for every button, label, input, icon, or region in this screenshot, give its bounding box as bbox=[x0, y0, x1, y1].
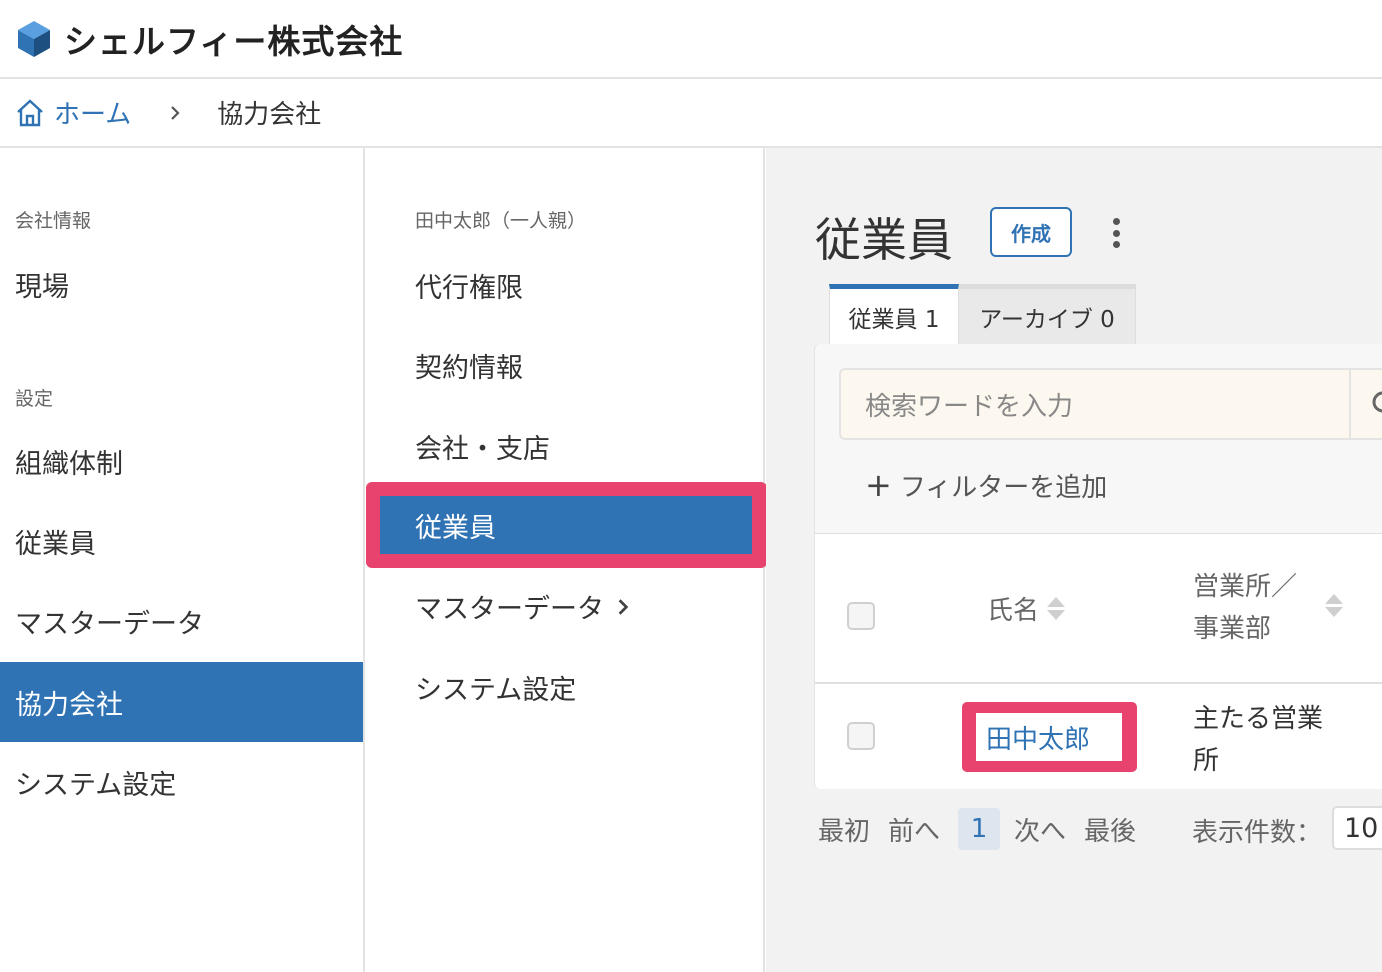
sidebar: 会社情報 現場 設定 組織体制 従業員 マスターデータ 協力会社 システム設定 bbox=[0, 148, 365, 972]
employee-name-link[interactable]: 田中太郎 bbox=[976, 713, 1122, 761]
employees-table: 氏名 営業所／事業部 田中太郎 主たる営業所 bbox=[814, 534, 1382, 789]
company-name: シェルフィー株式会社 bbox=[64, 21, 404, 61]
sidebar-item-master[interactable]: マスターデータ bbox=[0, 581, 363, 661]
tab-archive[interactable]: アーカイブ 0 bbox=[959, 284, 1136, 344]
submenu-item-proxy[interactable]: 代行権限 bbox=[415, 266, 523, 305]
submenu-item-master-label: マスターデータ bbox=[415, 594, 604, 625]
column-header-name-label: 氏名 bbox=[987, 596, 1040, 626]
main-content: 従業員 作成 従業員 1 アーカイブ 0 検索ワードを入力 + フィルターを追加… bbox=[766, 148, 1382, 972]
per-page-select[interactable]: 10 bbox=[1332, 806, 1382, 850]
sidebar-section-settings: 設定 bbox=[15, 388, 54, 410]
search-icon bbox=[1372, 391, 1382, 413]
submenu-item-master[interactable]: マスターデータ bbox=[415, 587, 632, 626]
more-options-icon[interactable] bbox=[1106, 216, 1126, 250]
submenu-item-contract[interactable]: 契約情報 bbox=[415, 346, 523, 385]
page-title: 従業員 bbox=[815, 213, 953, 267]
breadcrumb: ホーム 協力会社 bbox=[0, 79, 1382, 148]
sort-icon[interactable] bbox=[1325, 594, 1343, 617]
pager-current-page[interactable]: 1 bbox=[958, 808, 1001, 850]
submenu-item-branch[interactable]: 会社・支店 bbox=[415, 427, 550, 466]
breadcrumb-home-label: ホーム bbox=[54, 100, 132, 130]
sidebar-item-employees[interactable]: 従業員 bbox=[0, 501, 363, 581]
pager-prev[interactable]: 前へ bbox=[888, 811, 940, 848]
submenu-section-title: 田中太郎（一人親） bbox=[415, 210, 587, 232]
pagination: 最初 前へ 1 次へ 最後 bbox=[818, 808, 1154, 850]
plus-icon: + bbox=[865, 466, 892, 504]
column-header-name[interactable]: 氏名 bbox=[987, 590, 1066, 627]
add-filter-label: フィルターを追加 bbox=[899, 472, 1108, 503]
pager-next[interactable]: 次へ bbox=[1014, 811, 1066, 848]
employee-office: 主たる営業所 bbox=[1193, 704, 1324, 776]
sort-icon bbox=[1047, 597, 1066, 620]
pager-last[interactable]: 最後 bbox=[1084, 811, 1136, 848]
create-button[interactable]: 作成 bbox=[990, 207, 1072, 257]
pager-first[interactable]: 最初 bbox=[818, 811, 870, 848]
employee-name-highlight: 田中太郎 bbox=[962, 702, 1137, 772]
sidebar-item-org[interactable]: 組織体制 bbox=[0, 421, 363, 501]
search-button[interactable] bbox=[1349, 368, 1382, 440]
tab-employees[interactable]: 従業員 1 bbox=[829, 284, 959, 344]
submenu: 田中太郎（一人親） 代行権限 契約情報 会社・支店 従業員 マスターデータ シス… bbox=[366, 148, 767, 972]
company-logo-icon bbox=[18, 20, 50, 57]
sidebar-item-site[interactable]: 現場 bbox=[0, 244, 363, 324]
per-page-label: 表示件数： bbox=[1192, 818, 1323, 848]
submenu-item-employees[interactable]: 従業員 bbox=[380, 496, 752, 554]
breadcrumb-current: 協力会社 bbox=[217, 100, 322, 130]
app-header: シェルフィー株式会社 bbox=[0, 0, 1382, 79]
submenu-item-system[interactable]: システム設定 bbox=[415, 668, 576, 707]
breadcrumb-home-link[interactable]: ホーム bbox=[14, 94, 131, 131]
chevron-right-icon bbox=[618, 598, 629, 615]
row-checkbox[interactable] bbox=[847, 722, 875, 750]
column-header-office[interactable]: 営業所／事業部 bbox=[1193, 566, 1313, 650]
chevron-right-icon bbox=[167, 105, 183, 121]
table-row: 田中太郎 主たる営業所 bbox=[815, 686, 1382, 788]
add-filter-button[interactable]: + フィルターを追加 bbox=[865, 466, 1107, 504]
submenu-item-employees-highlight: 従業員 bbox=[366, 482, 767, 568]
search-panel: 検索ワードを入力 + フィルターを追加 bbox=[814, 344, 1382, 534]
select-all-checkbox[interactable] bbox=[847, 602, 875, 630]
sidebar-section-company: 会社情報 bbox=[15, 210, 92, 232]
sidebar-item-partners[interactable]: 協力会社 bbox=[0, 662, 363, 742]
table-header: 氏名 営業所／事業部 bbox=[815, 534, 1382, 684]
home-icon bbox=[17, 98, 43, 126]
search-input[interactable]: 検索ワードを入力 bbox=[839, 368, 1359, 440]
sidebar-item-system[interactable]: システム設定 bbox=[0, 742, 363, 822]
